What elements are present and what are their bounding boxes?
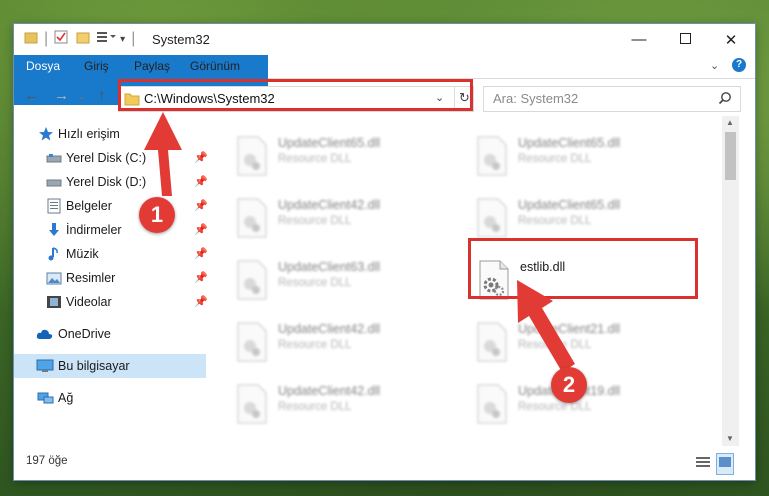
arrow-2-shape: [517, 280, 575, 372]
annotation-arrows: [144, 112, 575, 372]
step-1-badge: 1: [139, 197, 175, 233]
step-2-badge: 2: [551, 367, 587, 403]
arrow-1-shape: [144, 112, 182, 196]
